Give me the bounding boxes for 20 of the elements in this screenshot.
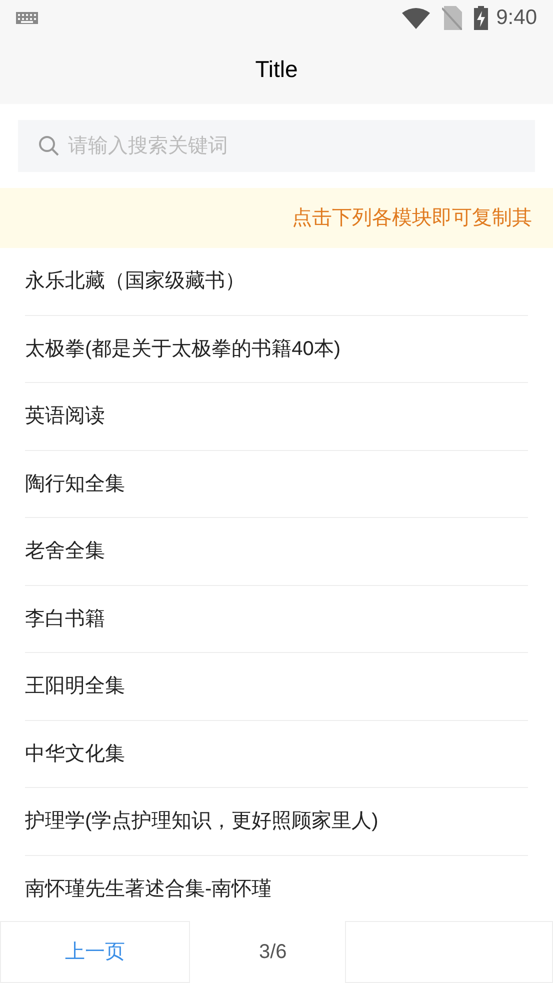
clock-time: 9:40: [496, 4, 537, 31]
page-indicator: 3/6: [259, 940, 287, 965]
list-item[interactable]: 永乐北藏（国家级藏书）: [25, 266, 245, 296]
list-item[interactable]: 英语阅读: [25, 401, 105, 432]
keyboard-icon: [16, 12, 38, 24]
list-item[interactable]: 老舍全集: [25, 536, 105, 566]
list-item[interactable]: 王阳明全集: [25, 671, 125, 702]
no-sim-icon: [442, 6, 462, 30]
battery-icon: [474, 6, 488, 30]
list-item[interactable]: 李白书籍: [25, 604, 105, 634]
list-item[interactable]: 陶行知全集: [25, 468, 125, 499]
list-item[interactable]: 护理学(学点护理知识，更好照顾家里人): [25, 806, 378, 836]
wifi-icon: [402, 6, 430, 28]
list-item[interactable]: 中华文化集: [25, 738, 125, 769]
search-icon: [38, 135, 60, 157]
search-field[interactable]: 请输入搜索关键词: [18, 120, 535, 172]
list-item[interactable]: 太极拳(都是关于太极拳的书籍40本): [25, 334, 341, 364]
list-item[interactable]: 南怀瑾先生著述合集-南怀瑾: [25, 874, 272, 904]
notice-text: 点击下列各模块即可复制其: [292, 206, 532, 231]
page-title: Title: [255, 55, 298, 84]
